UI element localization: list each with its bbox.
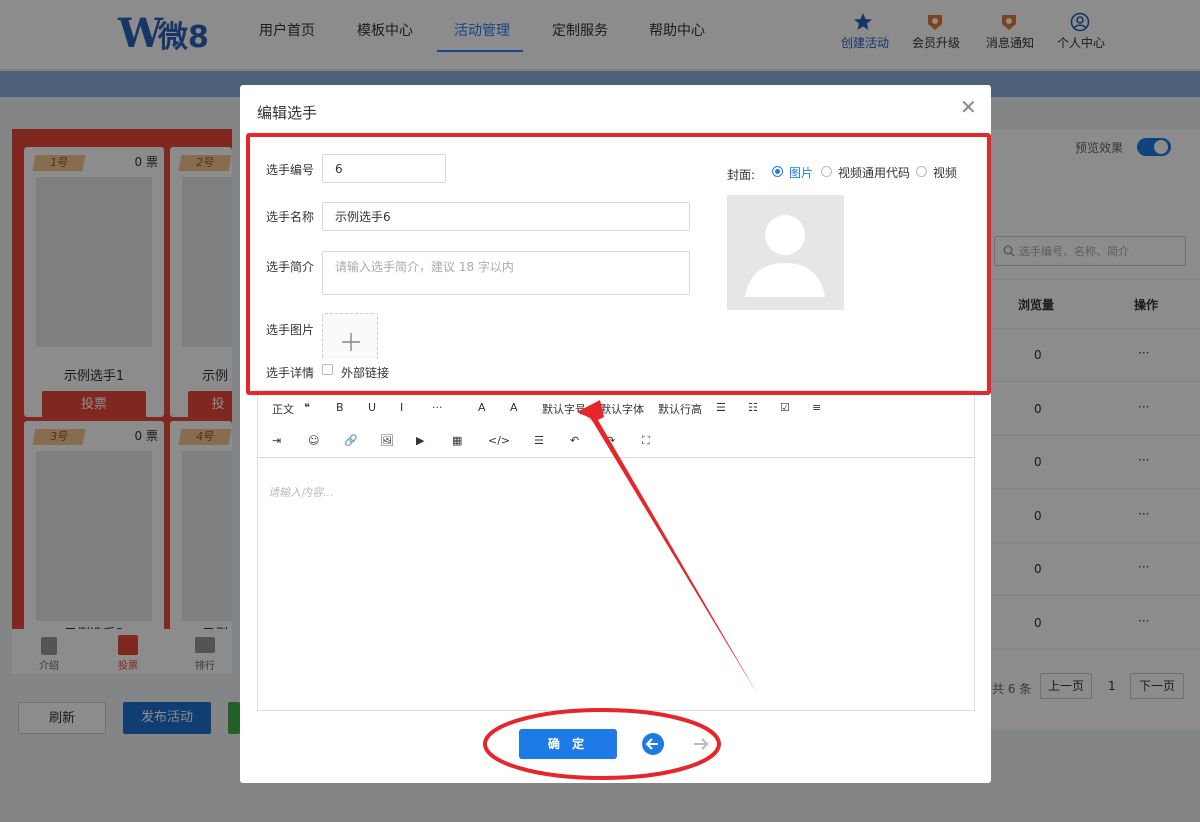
red-arrow [577, 400, 758, 695]
red-ellipse [483, 708, 721, 780]
annotation-overlay [483, 400, 758, 780]
